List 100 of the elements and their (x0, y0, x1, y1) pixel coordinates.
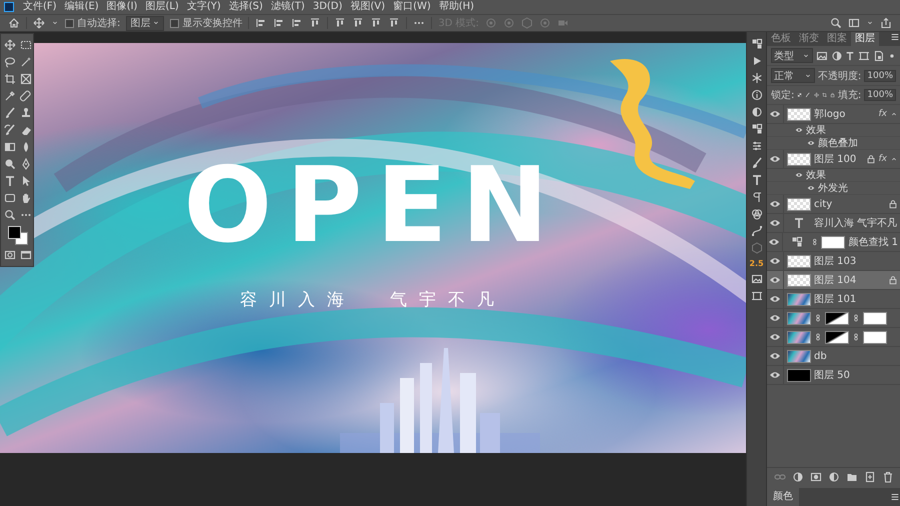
layer-row[interactable]: 图层 100 fx (767, 150, 900, 169)
crop-icon[interactable] (4, 73, 16, 85)
search-icon[interactable] (830, 17, 842, 29)
marquee-icon[interactable] (20, 39, 32, 51)
snowflake-icon[interactable] (750, 72, 762, 84)
align-icon[interactable] (291, 17, 304, 29)
folder-icon[interactable] (846, 471, 858, 483)
bandage-icon[interactable] (20, 90, 32, 102)
panel-tab[interactable]: 色板 (767, 32, 795, 46)
caret-icon[interactable] (890, 110, 898, 118)
link-icon[interactable] (811, 238, 818, 246)
distribute-icon[interactable] (352, 17, 364, 29)
layer-row[interactable]: city (767, 195, 900, 214)
adjustments-icon[interactable] (750, 106, 762, 118)
channels-icon[interactable] (750, 208, 762, 220)
menu-item[interactable]: 图层(L) (142, 0, 182, 14)
distribute-icon[interactable] (388, 17, 400, 29)
shape-filter-icon[interactable] (858, 50, 870, 62)
layer-row[interactable]: 图层 101 (767, 290, 900, 309)
magic-wand-icon[interactable] (20, 56, 32, 68)
panel-tab[interactable]: 图案 (823, 32, 851, 46)
filter-dropdown[interactable]: 类型 (771, 48, 813, 63)
eye-icon[interactable] (795, 171, 803, 179)
move-tool-icon[interactable] (33, 17, 45, 29)
lock-position-icon[interactable] (814, 90, 819, 100)
layer-mask-thumbnail[interactable] (825, 330, 849, 344)
panel-tab[interactable]: 图层 (851, 32, 879, 46)
layer-style-icon[interactable] (792, 471, 804, 483)
workspace-icon[interactable] (848, 17, 860, 29)
image-icon[interactable] (750, 273, 762, 285)
layer-row[interactable]: 郭logo fx (767, 105, 900, 124)
menu-icon[interactable] (890, 32, 900, 42)
foreground-color-swatch[interactable] (8, 226, 21, 239)
layer-row[interactable] (767, 309, 900, 328)
menu-item[interactable]: 3D(D) (310, 0, 346, 14)
screen-mode-icon[interactable] (20, 249, 32, 261)
layer-mask-thumbnail[interactable] (863, 330, 887, 344)
fill-field[interactable]: 100% (864, 89, 896, 101)
gradient-icon[interactable] (4, 141, 16, 153)
filter-toggle-icon[interactable] (888, 52, 896, 60)
type-filter-icon[interactable] (845, 50, 856, 60)
menu-item[interactable]: 编辑(E) (62, 0, 102, 14)
link-icon[interactable] (852, 314, 860, 322)
menu-item[interactable]: 图像(I) (104, 0, 140, 14)
menu-icon[interactable] (890, 492, 900, 502)
align-icon[interactable] (309, 17, 322, 29)
menu-item[interactable]: 文字(Y) (184, 0, 224, 14)
new-layer-icon[interactable] (864, 471, 876, 483)
brush-icon[interactable] (4, 107, 16, 119)
home-icon[interactable] (8, 17, 20, 29)
menu-item[interactable]: 滤镜(T) (268, 0, 308, 14)
layer-row[interactable]: 图层 50 (767, 366, 900, 385)
lock-paint-icon[interactable] (805, 90, 811, 100)
checkbox[interactable] (65, 18, 74, 28)
pixel-filter-icon[interactable] (816, 50, 828, 62)
caret-icon[interactable] (890, 155, 898, 163)
quick-mask-icon[interactable] (4, 249, 16, 261)
frame-icon[interactable] (750, 290, 762, 302)
distribute-icon[interactable] (370, 17, 382, 29)
align-icon[interactable] (255, 17, 268, 29)
link-icon[interactable] (814, 333, 822, 341)
type-tool-icon[interactable] (4, 175, 16, 187)
eyedropper-icon[interactable] (4, 90, 16, 102)
layer-row[interactable]: db (767, 347, 900, 366)
target-dropdown[interactable]: 图层 (126, 16, 164, 30)
smart-object-filter-icon[interactable] (873, 50, 886, 62)
eye-icon[interactable] (807, 184, 815, 192)
layer-row[interactable]: 颜色查找 1 (767, 233, 900, 252)
stamp-icon[interactable] (20, 107, 32, 119)
layer-mask-thumbnail[interactable] (825, 312, 849, 324)
pen-icon[interactable] (20, 158, 32, 170)
blend-mode-dropdown[interactable]: 正常 (771, 68, 815, 83)
align-icon[interactable] (273, 17, 286, 29)
adjustment-filter-icon[interactable] (830, 50, 842, 62)
info-icon[interactable] (750, 89, 762, 101)
brush-icon[interactable] (750, 157, 762, 169)
menu-item[interactable]: 选择(S) (226, 0, 266, 14)
link-icon[interactable] (852, 333, 860, 341)
history-brush-icon[interactable] (4, 124, 16, 136)
move-tool-icon[interactable] (4, 39, 16, 51)
add-mask-icon[interactable] (810, 471, 822, 483)
zoom-icon[interactable] (4, 209, 16, 221)
panel-tab[interactable]: 颜色 (767, 488, 799, 506)
panel-tab[interactable]: 渐变 (795, 32, 823, 46)
menu-item[interactable]: 帮助(H) (436, 0, 478, 14)
paths-icon[interactable] (750, 225, 762, 237)
lasso-icon[interactable] (4, 56, 16, 68)
link-icon[interactable] (814, 314, 822, 322)
share-icon[interactable] (880, 17, 892, 29)
new-adjustment-icon[interactable] (828, 471, 840, 483)
checkbox[interactable] (170, 18, 180, 28)
eye-icon[interactable] (807, 139, 815, 147)
opacity-field[interactable]: 100% (864, 70, 896, 82)
dodge-icon[interactable] (4, 158, 16, 170)
eraser-icon[interactable] (20, 124, 32, 136)
layer-row[interactable] (767, 328, 900, 347)
lock-artboard-icon[interactable] (822, 90, 827, 100)
hand-icon[interactable] (20, 192, 32, 204)
swatches-icon[interactable] (750, 123, 762, 135)
menu-item[interactable]: 视图(V) (347, 0, 388, 14)
